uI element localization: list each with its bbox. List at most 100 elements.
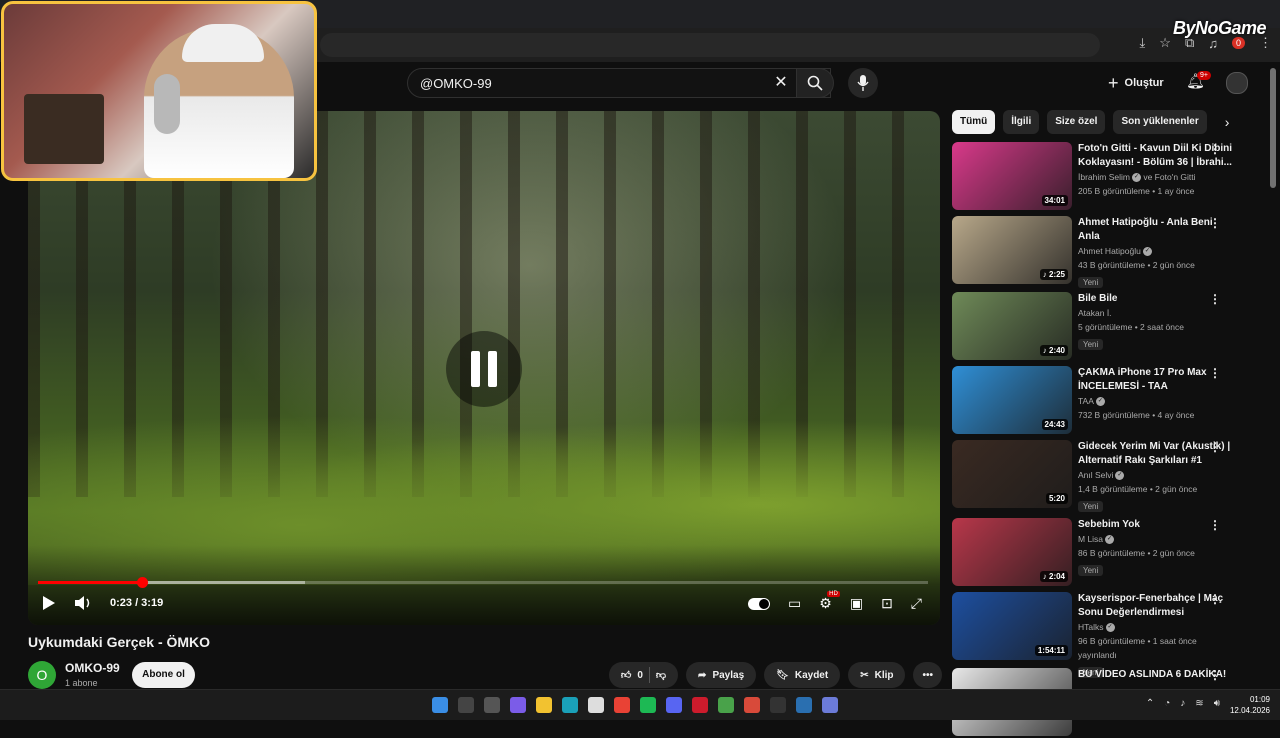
wifi-icon[interactable]: ≋: [1195, 698, 1203, 709]
recommendation-info: Kayserispor-Fenerbahçe | Maç Sonu Değerl…: [1078, 592, 1233, 678]
recommendation-info: Foto'n Gitti - Kavun Diil Ki Dibini Kokl…: [1078, 142, 1233, 212]
channel-name-text: Atakan İ.: [1078, 308, 1112, 318]
more-vertical-icon[interactable]: ⋮: [1209, 668, 1221, 682]
recommendation-channel[interactable]: Ahmet Hatipoğlu ✓: [1078, 244, 1233, 258]
discord-icon[interactable]: [666, 697, 682, 713]
copilot-icon[interactable]: [510, 697, 526, 713]
recommendation-channel[interactable]: HTalks ✓: [1078, 620, 1233, 634]
pause-overlay-icon[interactable]: [446, 331, 522, 407]
recommendation-info: Bile Bile Atakan İ. 5 görüntüleme • 2 saat…: [1078, 292, 1233, 362]
more-vertical-icon[interactable]: ⋮: [1209, 216, 1221, 230]
recommendation-info: Sebebim Yok M Lisa ✓ 86 B görüntüleme • 2 g…: [1078, 518, 1233, 588]
more-vertical-icon[interactable]: ⋮: [1209, 518, 1221, 532]
account-avatar[interactable]: [1226, 72, 1248, 94]
recommendation-item[interactable]: ♪ 2:25 Ahmet Hatipoğlu - Anla Beni Anla Ah…: [952, 216, 1252, 288]
like-icon[interactable]: 👍︎: [621, 669, 631, 681]
channel-name-text: M Lisa: [1078, 534, 1104, 544]
volume-icon[interactable]: [74, 595, 92, 611]
video-thumbnail[interactable]: ♪ 2:04: [952, 518, 1072, 586]
chrome-profile-icon[interactable]: [744, 697, 760, 713]
opera-icon[interactable]: [692, 697, 708, 713]
chip-recently-uploaded[interactable]: Son yüklenenler: [1113, 110, 1207, 134]
search-input[interactable]: [418, 74, 752, 92]
recommendation-item[interactable]: 5:20 Gidecek Yerim Mi Var (Akustik) | Alt…: [952, 440, 1252, 512]
windows-start-icon[interactable]: [432, 697, 448, 713]
chrome-icon[interactable]: [614, 697, 630, 713]
recommendation-item[interactable]: 34:01 Foto'n Gitti - Kavun Diil Ki Dibini…: [952, 142, 1252, 212]
vscode-icon[interactable]: [796, 697, 812, 713]
more-vertical-icon[interactable]: ⋮: [1209, 440, 1221, 454]
autoplay-toggle[interactable]: [748, 597, 771, 610]
video-thumbnail[interactable]: ♪ 2:25: [952, 216, 1072, 284]
recommendation-item[interactable]: 1:54:11 Kayserispor-Fenerbahçe | Maç Sonu…: [952, 592, 1252, 678]
clip-button[interactable]: ✂ Klip: [848, 662, 906, 688]
recommendation-channel[interactable]: TAA ✓: [1078, 394, 1233, 408]
volume-tray-icon[interactable]: 🔊︎: [1214, 698, 1220, 709]
bookmark-star-icon[interactable]: ☆: [1159, 35, 1171, 51]
recommendation-item[interactable]: ♪ 2:40 Bile Bile Atakan İ. 5 görüntüleme • …: [952, 292, 1252, 362]
miniplayer-icon[interactable]: ▣: [850, 595, 863, 612]
share-icon: ➦: [698, 669, 707, 681]
more-vertical-icon[interactable]: ⋮: [1209, 292, 1221, 306]
more-vertical-icon[interactable]: ⋮: [1209, 142, 1221, 156]
address-bar[interactable]: [320, 33, 1100, 57]
like-count[interactable]: 0: [637, 670, 643, 681]
video-thumbnail[interactable]: 24:43: [952, 366, 1072, 434]
search-taskbar-icon[interactable]: [458, 697, 474, 713]
clear-search-icon[interactable]: ✕: [770, 72, 792, 94]
recommendation-item[interactable]: ♪ 2:04 Sebebim Yok M Lisa ✓ 86 B görüntüleme…: [952, 518, 1252, 588]
video-thumbnail[interactable]: 1:54:11: [952, 592, 1072, 660]
app-icon[interactable]: [822, 697, 838, 713]
more-vertical-icon[interactable]: ⋮: [1209, 592, 1221, 606]
edge-icon[interactable]: [562, 697, 578, 713]
new-badge: Yeni: [1078, 277, 1104, 288]
more-vertical-icon[interactable]: ⋮: [1209, 366, 1221, 380]
more-actions-button[interactable]: •••: [913, 662, 942, 688]
recommendation-channel[interactable]: M Lisa ✓: [1078, 532, 1233, 546]
player-controls-left: 0:23 / 3:19: [42, 595, 163, 611]
chip-for-you[interactable]: Size özel: [1047, 110, 1106, 134]
subtitles-icon[interactable]: ▭: [788, 595, 801, 612]
recommendation-channel[interactable]: Anıl Selvi ✓: [1078, 468, 1233, 482]
recommendation-channel[interactable]: İbrahim Selim ✓ ve Foto'n Gitti: [1078, 170, 1233, 184]
file-explorer-icon[interactable]: [536, 697, 552, 713]
recommendation-info: Ahmet Hatipoğlu - Anla Beni Anla Ahmet Ha…: [1078, 216, 1233, 288]
video-thumbnail[interactable]: 5:20: [952, 440, 1072, 508]
chevron-up-icon[interactable]: ⌃: [1146, 698, 1154, 709]
video-thumbnail[interactable]: 34:01: [952, 142, 1072, 210]
fullscreen-icon[interactable]: ⤢: [911, 595, 922, 612]
settings-gear-icon[interactable]: ⚙: [819, 591, 840, 612]
recommendation-info: Gidecek Yerim Mi Var (Akustik) | Alterna…: [1078, 440, 1233, 512]
chevron-right-icon[interactable]: ›: [1225, 114, 1230, 130]
create-button[interactable]: + Oluştur: [1108, 70, 1164, 96]
channel-name[interactable]: OMKO-99: [65, 661, 120, 675]
progress-bar[interactable]: [38, 577, 928, 588]
share-button[interactable]: ➦ Paylaş: [686, 662, 757, 688]
channel-name-text: TAA: [1078, 396, 1094, 406]
subscribe-button[interactable]: Abone ol: [132, 662, 195, 688]
chip-related[interactable]: İlgili: [1003, 110, 1040, 134]
task-view-icon[interactable]: [484, 697, 500, 713]
obs-icon[interactable]: [770, 697, 786, 713]
channel-avatar[interactable]: O: [28, 661, 56, 689]
taskbar-clock[interactable]: 01:09 12.04.2026: [1230, 694, 1270, 716]
voice-search-button[interactable]: [848, 68, 878, 98]
spotify-icon[interactable]: [640, 697, 656, 713]
game-icon[interactable]: [718, 697, 734, 713]
video-player[interactable]: 0:23 / 3:19 ▭ ⚙ ▣ ⊡ ⤢: [28, 111, 940, 625]
play-icon[interactable]: [42, 595, 56, 611]
network-icon[interactable]: ◔: [1164, 698, 1170, 709]
save-button[interactable]: 🔖︎ Kaydet: [764, 662, 841, 688]
chip-all[interactable]: Tümü: [952, 110, 996, 134]
dislike-icon[interactable]: 👎︎: [656, 669, 666, 681]
search-box[interactable]: [407, 68, 831, 98]
mic-tray-icon[interactable]: ♪: [1180, 698, 1185, 709]
page-scrollbar[interactable]: [1270, 68, 1276, 188]
video-thumbnail[interactable]: ♪ 2:40: [952, 292, 1072, 360]
recommendation-item[interactable]: 24:43 ÇAKMA iPhone 17 Pro Max İNCELEMESİ …: [952, 366, 1252, 436]
store-icon[interactable]: [588, 697, 604, 713]
recommendation-channel[interactable]: Atakan İ.: [1078, 306, 1233, 320]
search-button[interactable]: [796, 68, 834, 98]
install-icon[interactable]: ⤓: [1140, 35, 1146, 51]
cast-icon[interactable]: ⊡: [881, 595, 893, 612]
